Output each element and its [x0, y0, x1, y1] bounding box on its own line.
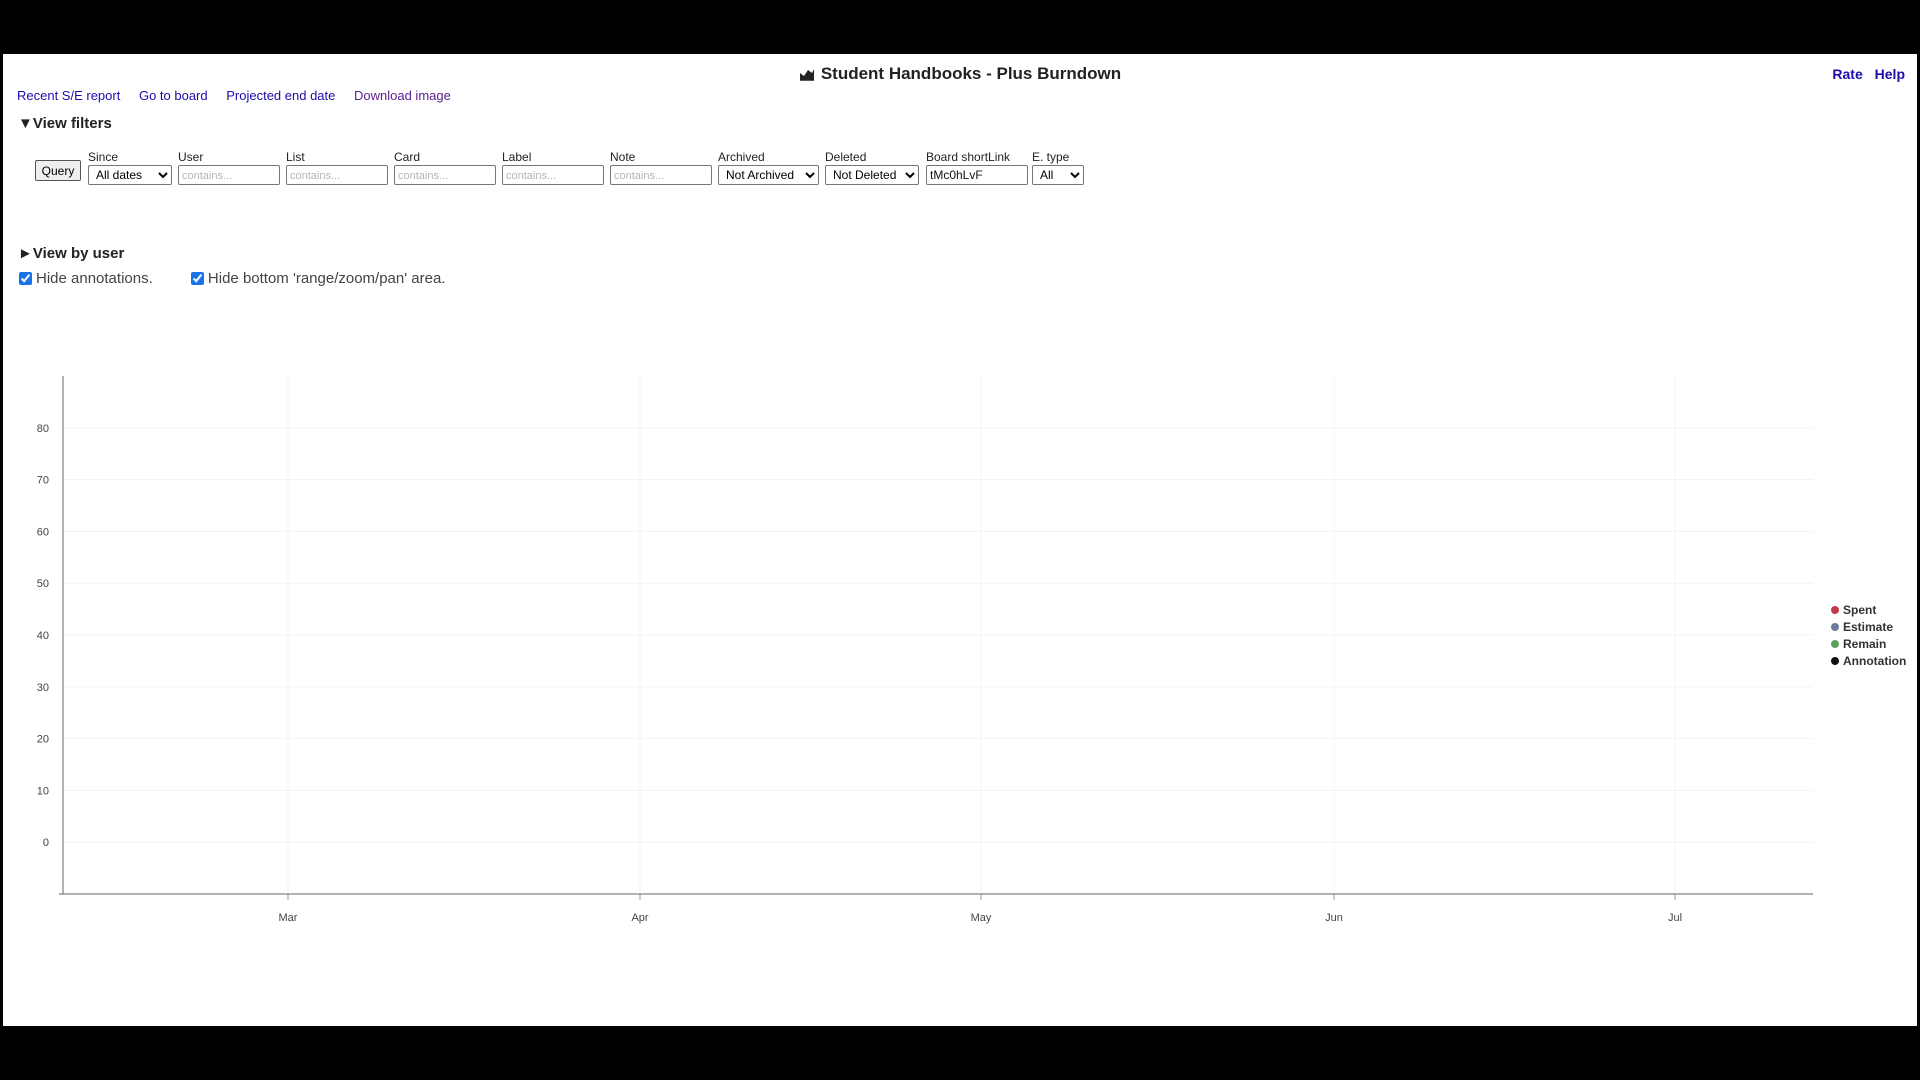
y-tick-label: 30 — [37, 682, 49, 694]
legend-dot-icon — [1831, 623, 1839, 631]
y-tick-label: 50 — [37, 578, 49, 590]
x-tick-label: Jul — [1668, 912, 1682, 924]
legend-item[interactable]: Spent — [1831, 602, 1906, 619]
y-tick-label: 40 — [37, 630, 49, 642]
app-window: Student Handbooks - Plus Burndown Rate H… — [3, 54, 1917, 1026]
legend-label: Annotation — [1843, 654, 1907, 668]
y-tick-label: 80 — [37, 423, 49, 435]
x-tick-label: Jun — [1325, 912, 1343, 924]
x-tick-label: Mar — [279, 912, 298, 924]
legend-item[interactable]: Remain — [1831, 636, 1906, 653]
legend-dot-icon — [1831, 606, 1839, 614]
legend-item[interactable]: Estimate — [1831, 619, 1906, 636]
legend-label: Remain — [1843, 637, 1887, 651]
y-tick-label: 0 — [43, 837, 49, 849]
y-tick-label: 60 — [37, 526, 49, 538]
chart-legend: Spent Estimate Remain Annotation — [1831, 602, 1906, 670]
legend-label: Estimate — [1843, 620, 1894, 634]
legend-dot-icon — [1831, 640, 1839, 648]
x-tick-label: May — [971, 912, 992, 924]
x-tick-label: Apr — [631, 912, 648, 924]
y-tick-label: 70 — [37, 475, 49, 487]
legend-label: Spent — [1843, 603, 1877, 617]
burndown-chart: 0 10 20 30 40 50 60 70 80 Mar Apr May Jun Jul — [37, 376, 1813, 924]
y-tick-label: 20 — [37, 734, 49, 746]
legend-item[interactable]: Annotation — [1831, 653, 1906, 670]
y-tick-label: 10 — [37, 785, 49, 797]
legend-dot-icon — [1831, 657, 1839, 665]
